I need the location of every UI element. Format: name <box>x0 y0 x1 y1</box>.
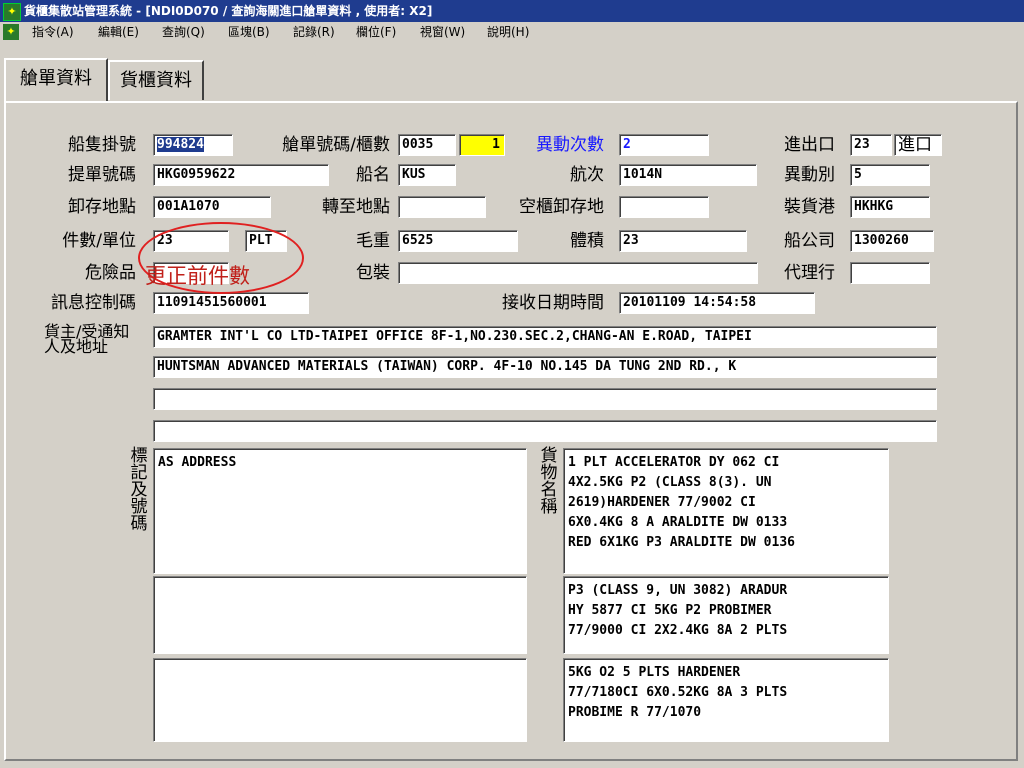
goods-box-1[interactable]: 1 PLT ACCELERATOR DY 062 CI 4X2.5KG P2 (… <box>563 448 889 574</box>
goods-label: 貨物名稱 <box>540 446 558 517</box>
app-icon: ✦ <box>3 3 21 21</box>
unload-place-field[interactable]: 001A1070 <box>153 196 271 218</box>
goods-box-2[interactable]: P3 (CLASS 9, UN 3082) ARADUR HY 5877 CI … <box>563 576 889 654</box>
marks-box-3[interactable] <box>153 658 527 742</box>
import-export-code-field[interactable]: 23 <box>850 134 892 156</box>
tab-manifest[interactable]: 艙單資料 <box>4 58 108 102</box>
menu-record[interactable]: 記錄(R) <box>293 22 335 42</box>
change-count-field[interactable]: 2 <box>619 134 709 156</box>
marks-label: 標記及號碼 <box>130 446 148 534</box>
vessel-name-field[interactable]: KUS <box>398 164 456 186</box>
party-line-1[interactable]: GRAMTER INT'L CO LTD-TAIPEI OFFICE 8F-1,… <box>153 326 937 348</box>
msg-control-field[interactable]: 11091451560001 <box>153 292 309 314</box>
loading-port-field[interactable]: HKHKG <box>850 196 930 218</box>
party-line-2[interactable]: HUNTSMAN ADVANCED MATERIALS (TAIWAN) COR… <box>153 356 937 378</box>
change-count-label: 異動次數 <box>536 135 604 155</box>
container-count-field[interactable]: 1 <box>459 134 505 156</box>
unload-place-label: 卸存地點 <box>68 197 136 217</box>
import-export-label: 進出口 <box>784 135 835 155</box>
menu-window[interactable]: 視窗(W) <box>420 22 465 42</box>
packing-field[interactable] <box>398 262 758 284</box>
menu-block[interactable]: 區塊(B) <box>228 22 270 42</box>
receive-time-field[interactable]: 20101109 14:54:58 <box>619 292 815 314</box>
menu-help[interactable]: 說明(H) <box>487 22 529 42</box>
empty-unload-label: 空櫃卸存地 <box>519 197 604 217</box>
empty-unload-field[interactable] <box>619 196 709 218</box>
vessel-call-no-label: 船隻掛號 <box>68 135 136 155</box>
menu-command[interactable]: 指令(A) <box>32 22 74 42</box>
menu-edit[interactable]: 編輯(E) <box>98 22 139 42</box>
change-type-label: 異動別 <box>784 165 835 185</box>
menu-bar: ✦ 指令(A) 編輯(E) 查詢(Q) 區塊(B) 記錄(R) 欄位(F) 視窗… <box>0 22 1024 42</box>
loading-port-label: 裝貨港 <box>784 197 835 217</box>
vessel-call-no-value: 994824 <box>157 137 204 152</box>
transfer-place-field[interactable] <box>398 196 486 218</box>
carrier-label: 船公司 <box>784 231 835 251</box>
marks-box-2[interactable] <box>153 576 527 654</box>
vessel-call-no-field[interactable]: 994824 <box>153 134 233 156</box>
menu-query[interactable]: 查詢(Q) <box>162 22 205 42</box>
voyage-field[interactable]: 1014N <box>619 164 757 186</box>
carrier-field[interactable]: 1300260 <box>850 230 934 252</box>
window-menu-icon[interactable]: ✦ <box>3 24 19 40</box>
dangerous-label: 危險品 <box>85 263 136 283</box>
change-type-field[interactable]: 5 <box>850 164 930 186</box>
pieces-unit-label: 件數/單位 <box>62 231 136 251</box>
bl-no-label: 提單號碼 <box>68 165 136 185</box>
title-bar: ✦ 貨櫃集散站管理系統 - [NDI0D070 / 查詢海關進口艙單資料 , 使… <box>0 0 1024 22</box>
import-export-text-field[interactable]: 進口 <box>894 134 942 156</box>
volume-field[interactable]: 23 <box>619 230 747 252</box>
party-label: 貨主/受通知人及地址 <box>44 322 130 356</box>
voyage-label: 航次 <box>570 165 604 185</box>
agent-label: 代理行 <box>784 263 835 283</box>
manifest-no-field[interactable]: 0035 <box>398 134 456 156</box>
manifest-label: 艙單號碼/櫃數 <box>282 135 390 155</box>
tab-container[interactable]: 貨櫃資料 <box>108 60 204 100</box>
party-line-4[interactable] <box>153 420 937 442</box>
annotation-text: 更正前件數 <box>145 264 250 288</box>
menu-field[interactable]: 欄位(F) <box>356 22 396 42</box>
gross-weight-label: 毛重 <box>356 231 390 251</box>
gross-weight-field[interactable]: 6525 <box>398 230 518 252</box>
window-title: 貨櫃集散站管理系統 - [NDI0D070 / 查詢海關進口艙單資料 , 使用者… <box>24 4 433 18</box>
agent-field[interactable] <box>850 262 930 284</box>
goods-box-3[interactable]: 5KG O2 5 PLTS HARDENER 77/7180CI 6X0.52K… <box>563 658 889 742</box>
marks-box-1[interactable]: AS ADDRESS <box>153 448 527 574</box>
volume-label: 體積 <box>570 231 604 251</box>
packing-label: 包裝 <box>356 263 390 283</box>
receive-time-label: 接收日期時間 <box>502 293 604 313</box>
msg-control-label: 訊息控制碼 <box>51 293 136 313</box>
transfer-place-label: 轉至地點 <box>322 197 390 217</box>
tab-strip: 艙單資料 貨櫃資料 <box>0 44 1024 102</box>
vessel-name-label: 船名 <box>356 165 390 185</box>
party-line-3[interactable] <box>153 388 937 410</box>
